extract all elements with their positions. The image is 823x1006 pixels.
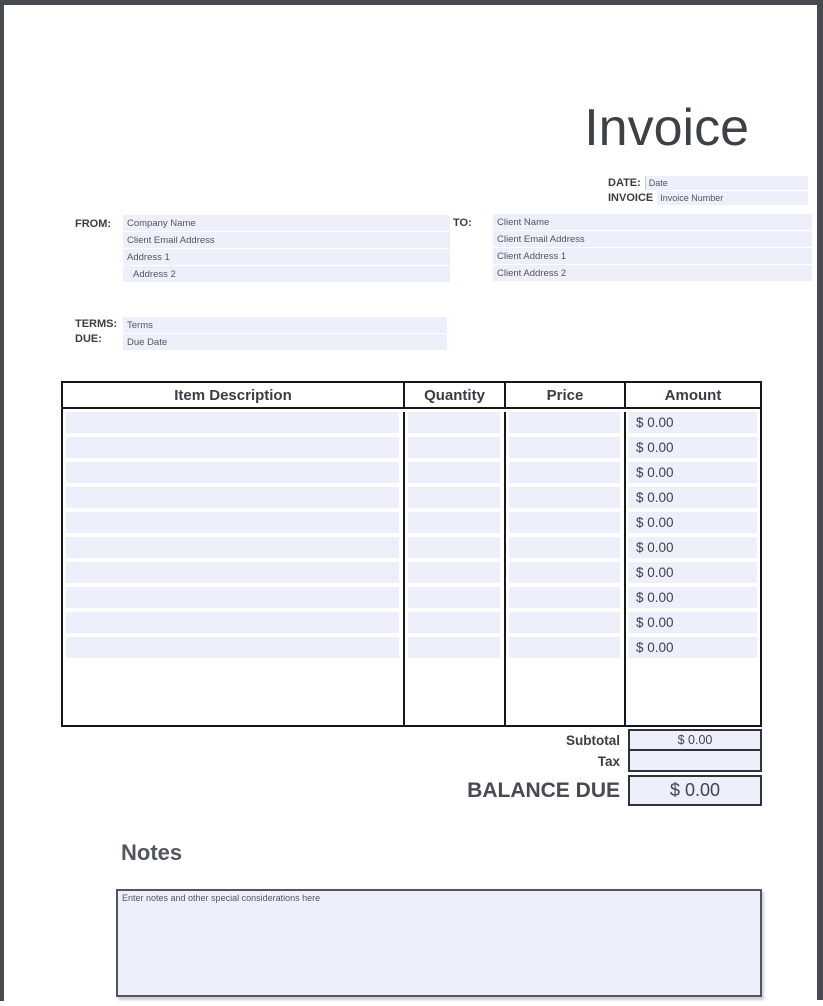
balance-due-label: BALANCE DUE [61,779,628,803]
item-price-cell[interactable] [509,487,620,508]
item-amount-cell: $ 0.00 [628,462,757,483]
invoice-number-input[interactable] [657,191,808,205]
summary-section: Subtotal $ 0.00 Tax BALANCE DUE $ 0.00 [61,729,762,806]
item-description-cell[interactable] [66,637,399,658]
page-frame-left [0,0,4,1001]
items-table-body: $ 0.00 $ 0.00 $ 0.00 $ 0.00 $ 0.00 $ 0.00 $ 0.… [63,409,760,725]
item-quantity-cell[interactable] [408,612,500,633]
item-description-cell[interactable] [66,412,399,433]
item-price-cell[interactable] [509,587,620,608]
column-amount: $ 0.00 $ 0.00 $ 0.00 $ 0.00 $ 0.00 $ 0.00 $ 0.… [624,412,760,725]
company-name-input[interactable] [123,215,450,231]
item-price-cell[interactable] [509,512,620,533]
item-amount-cell: $ 0.00 [628,537,757,558]
page-frame-right [817,0,823,1000]
item-amount-cell: $ 0.00 [628,487,757,508]
item-price-cell[interactable] [509,462,620,483]
page-frame-top [0,0,823,5]
item-amount-cell: $ 0.00 [628,562,757,583]
items-table-header: Item Description Quantity Price Amount [63,383,760,409]
item-description-cell[interactable] [66,437,399,458]
tax-value-cell[interactable] [628,751,762,772]
item-description-cell[interactable] [66,562,399,583]
item-amount-cell: $ 0.00 [628,587,757,608]
item-quantity-cell[interactable] [408,437,500,458]
terms-input[interactable] [123,317,447,333]
item-price-cell[interactable] [509,437,620,458]
from-label: FROM: [75,218,111,230]
item-quantity-cell[interactable] [408,462,500,483]
item-quantity-cell[interactable] [408,587,500,608]
due-date-input[interactable] [123,334,447,350]
terms-label: TERMS: [75,318,117,330]
column-quantity [403,412,504,725]
to-label: TO: [453,217,472,229]
item-description-cell[interactable] [66,537,399,558]
item-description-cell[interactable] [66,512,399,533]
header-item-description: Item Description [63,383,403,407]
date-label: DATE: [608,177,641,189]
column-price [504,412,624,725]
item-amount-cell: $ 0.00 [628,612,757,633]
item-description-cell[interactable] [66,487,399,508]
item-quantity-cell[interactable] [408,512,500,533]
item-price-cell[interactable] [509,637,620,658]
due-label: DUE: [75,333,102,345]
from-email-input[interactable] [123,232,450,248]
item-quantity-cell[interactable] [408,562,500,583]
notes-heading: Notes [121,840,182,866]
header-quantity: Quantity [403,383,504,407]
tax-label: Tax [61,754,628,769]
item-quantity-cell[interactable] [408,537,500,558]
column-description [63,412,403,725]
balance-due-value: $ 0.00 [628,775,762,806]
item-price-cell[interactable] [509,412,620,433]
client-email-input[interactable] [493,231,812,247]
item-description-cell[interactable] [66,587,399,608]
item-quantity-cell[interactable] [408,412,500,433]
items-table: Item Description Quantity Price Amount $… [61,381,762,727]
terms-fields [123,317,447,351]
item-quantity-cell[interactable] [408,487,500,508]
invoice-meta: DATE: INVOICE [608,176,808,206]
from-address2-input[interactable] [123,266,450,282]
client-name-input[interactable] [493,214,812,230]
item-amount-cell: $ 0.00 [628,412,757,433]
item-description-cell[interactable] [66,462,399,483]
header-amount: Amount [624,383,760,407]
invoice-number-label: INVOICE [608,192,653,204]
client-address1-input[interactable] [493,248,812,264]
subtotal-value: $ 0.00 [628,729,762,751]
item-quantity-cell[interactable] [408,637,500,658]
client-address2-input[interactable] [493,265,812,281]
invoice-title: Invoice [584,102,749,154]
item-description-cell[interactable] [66,612,399,633]
item-amount-cell: $ 0.00 [628,512,757,533]
date-input[interactable] [645,176,808,190]
header-price: Price [504,383,624,407]
to-fields [493,214,812,282]
item-price-cell[interactable] [509,537,620,558]
notes-textarea[interactable] [116,889,762,997]
item-price-cell[interactable] [509,562,620,583]
item-amount-cell: $ 0.00 [628,437,757,458]
item-amount-cell: $ 0.00 [628,637,757,658]
from-fields [123,215,450,283]
item-price-cell[interactable] [509,612,620,633]
subtotal-label: Subtotal [61,733,628,748]
from-address1-input[interactable] [123,249,450,265]
